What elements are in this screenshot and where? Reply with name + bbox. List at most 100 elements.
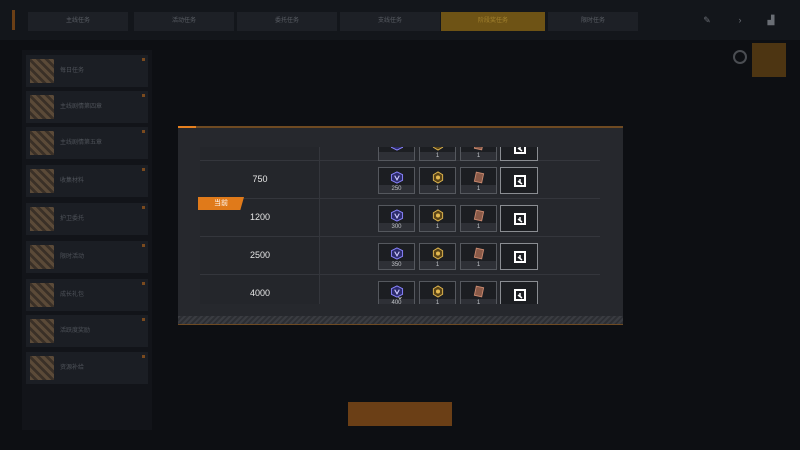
notification-dot bbox=[142, 130, 145, 133]
notification-dot bbox=[142, 282, 145, 285]
menu-button[interactable] bbox=[752, 43, 786, 77]
tab-side[interactable]: 支线任务 bbox=[340, 12, 440, 31]
tab-limited[interactable]: 限时任务 bbox=[548, 12, 638, 31]
shop-button[interactable] bbox=[500, 205, 538, 232]
reward-count: 1 bbox=[420, 223, 455, 231]
card-icon bbox=[473, 285, 484, 298]
threshold-value: 750 bbox=[252, 174, 268, 184]
scroll-down-icon[interactable]: ⌄ bbox=[395, 293, 405, 301]
reward-slot-medal[interactable]: 1 bbox=[419, 167, 456, 194]
edit-icon[interactable]: ✎ bbox=[700, 13, 714, 27]
shop-icon bbox=[514, 147, 526, 154]
reward-count: 1 bbox=[461, 185, 496, 193]
avatar[interactable] bbox=[733, 50, 747, 64]
sidebar-item[interactable]: 限时活动 bbox=[26, 241, 148, 273]
reward-count: 1 bbox=[461, 223, 496, 231]
reward-slot-card[interactable]: 1 bbox=[460, 147, 497, 161]
sidebar-item[interactable]: 每日任务 bbox=[26, 55, 148, 87]
shop-icon bbox=[514, 251, 526, 263]
medal-icon bbox=[432, 247, 443, 260]
task-sidebar: 每日任务 主线剧情第四章 主线剧情第五章 收集材料 护卫委托 限时活动 成长礼包… bbox=[22, 50, 152, 430]
sidebar-item-label: 收集材料 bbox=[60, 178, 85, 184]
task-thumbnail bbox=[30, 245, 54, 269]
reward-slot-medal[interactable]: 1 bbox=[419, 147, 456, 161]
reward-count: 1 bbox=[461, 261, 496, 269]
reward-slot-card[interactable]: 1 bbox=[460, 167, 497, 194]
notification-dot bbox=[142, 206, 145, 209]
sidebar-item-label: 资源补给 bbox=[60, 365, 85, 371]
reward-slot-medal[interactable]: 1 bbox=[419, 281, 456, 304]
threshold-cell bbox=[200, 147, 320, 160]
crystal-icon bbox=[390, 247, 403, 260]
threshold-cell: 750 bbox=[200, 161, 320, 198]
sidebar-item-label: 每日任务 bbox=[60, 68, 85, 74]
reward-slot-crystal[interactable]: 300 bbox=[378, 205, 415, 232]
reward-table[interactable]: 1 1 750 250 1 1 1200 300 1 1 2500 350 1 … bbox=[200, 147, 600, 304]
reward-table-scroll[interactable]: 1 1 750 250 1 1 1200 300 1 1 2500 350 1 … bbox=[200, 147, 600, 304]
notification-dot bbox=[142, 318, 145, 321]
shop-button[interactable] bbox=[500, 243, 538, 270]
reward-count: 1 bbox=[420, 299, 455, 304]
notification-dot bbox=[142, 94, 145, 97]
reward-count: 300 bbox=[379, 223, 414, 231]
dialog-bottom-strip bbox=[178, 316, 623, 324]
dialog-accent bbox=[178, 126, 196, 128]
medal-icon bbox=[432, 285, 443, 298]
sidebar-item-label: 成长礼包 bbox=[60, 292, 85, 298]
sidebar-item[interactable]: 资源补给 bbox=[26, 352, 148, 384]
chevron-right-icon[interactable]: › bbox=[733, 13, 747, 27]
task-thumbnail bbox=[30, 95, 54, 119]
reward-slot-medal[interactable]: 1 bbox=[419, 205, 456, 232]
tab-commission[interactable]: 委托任务 bbox=[237, 12, 337, 31]
reward-slot-crystal[interactable]: 250 bbox=[378, 167, 415, 194]
sidebar-item[interactable]: 主线剧情第四章 bbox=[26, 91, 148, 123]
reward-count: 250 bbox=[379, 185, 414, 193]
shop-icon bbox=[514, 213, 526, 225]
sidebar-item-label: 主线剧情第五章 bbox=[60, 140, 103, 146]
shop-button[interactable] bbox=[500, 167, 538, 194]
reward-slot-crystal[interactable] bbox=[378, 147, 415, 161]
card-icon bbox=[473, 247, 484, 260]
threshold-cell: 2500 bbox=[200, 237, 320, 274]
sidebar-item[interactable]: 成长礼包 bbox=[26, 279, 148, 311]
shop-icon bbox=[514, 289, 526, 301]
current-stage-badge: 当前 bbox=[198, 197, 244, 210]
crystal-icon bbox=[390, 209, 403, 222]
shop-button[interactable] bbox=[500, 281, 538, 304]
medal-icon bbox=[432, 147, 443, 151]
reward-slot-card[interactable]: 1 bbox=[460, 281, 497, 304]
reward-count bbox=[379, 152, 414, 160]
claim-button[interactable] bbox=[348, 402, 452, 426]
threshold-cell: 4000 bbox=[200, 275, 320, 304]
task-thumbnail bbox=[30, 283, 54, 307]
reward-slot-crystal[interactable]: 350 bbox=[378, 243, 415, 270]
card-icon bbox=[473, 171, 484, 184]
reward-slot-card[interactable]: 1 bbox=[460, 205, 497, 232]
notification-dot bbox=[142, 58, 145, 61]
reward-count: 1 bbox=[461, 152, 496, 160]
table-row-current: 1200 300 1 1 bbox=[200, 199, 600, 237]
tab-stage-reward[interactable]: 阶段奖任务 bbox=[441, 12, 545, 31]
crystal-icon bbox=[390, 147, 403, 151]
table-row: 1 1 bbox=[200, 147, 600, 161]
shop-icon bbox=[514, 175, 526, 187]
sidebar-item[interactable]: 护卫委托 bbox=[26, 203, 148, 235]
reward-count: 350 bbox=[379, 261, 414, 269]
sidebar-item[interactable]: 活跃度奖励 bbox=[26, 315, 148, 347]
tab-event[interactable]: 活动任务 bbox=[134, 12, 234, 31]
reward-count: 1 bbox=[420, 185, 455, 193]
notification-dot bbox=[142, 244, 145, 247]
reward-slot-card[interactable]: 1 bbox=[460, 243, 497, 270]
tab-main[interactable]: 主线任务 bbox=[28, 12, 128, 31]
task-thumbnail bbox=[30, 131, 54, 155]
sidebar-item-label: 限时活动 bbox=[60, 254, 85, 260]
task-thumbnail bbox=[30, 207, 54, 231]
sidebar-item[interactable]: 收集材料 bbox=[26, 165, 148, 197]
threshold-value: 2500 bbox=[249, 250, 271, 260]
reward-slot-medal[interactable]: 1 bbox=[419, 243, 456, 270]
reward-count: 1 bbox=[420, 261, 455, 269]
table-row: 750 250 1 1 bbox=[200, 161, 600, 199]
shop-button[interactable] bbox=[500, 147, 538, 161]
notification-dot bbox=[142, 168, 145, 171]
sidebar-item[interactable]: 主线剧情第五章 bbox=[26, 127, 148, 159]
